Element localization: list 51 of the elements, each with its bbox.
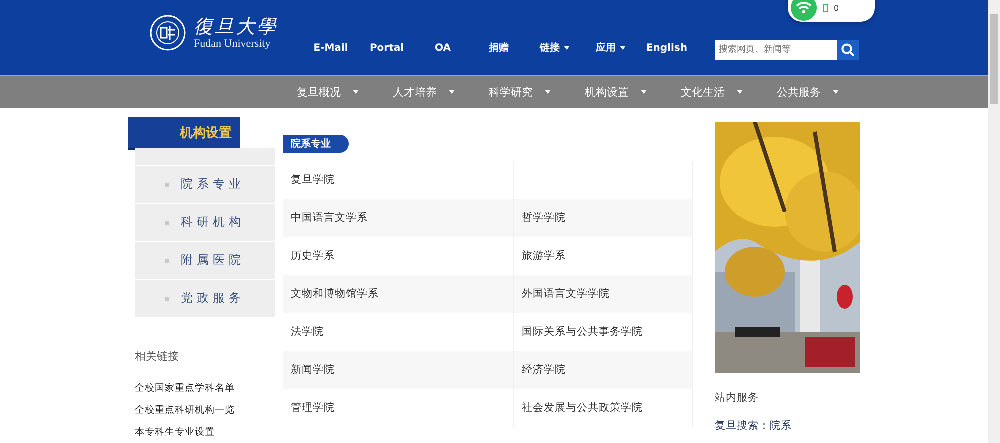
caret-icon: [449, 90, 455, 94]
header-link[interactable]: English: [639, 41, 695, 55]
table-cell[interactable]: 管理学院: [283, 389, 514, 427]
header-link[interactable]: 链接: [527, 41, 583, 55]
caret-icon: [564, 46, 570, 50]
caret-icon: [353, 90, 359, 94]
search-icon: [841, 43, 855, 57]
bullet-icon: [165, 182, 169, 186]
sidebar-item[interactable]: 科研机构: [135, 203, 275, 241]
sidebar-item-label: 院系专业: [181, 176, 245, 193]
related-title: 相关链接: [135, 349, 180, 364]
caret-icon: [737, 90, 743, 94]
widget-count: 0: [834, 4, 840, 12]
caret-icon: [833, 90, 839, 94]
caret-icon: [641, 90, 647, 94]
related-link[interactable]: 全校重点科研机构一览: [135, 400, 276, 422]
bullet-icon: [165, 220, 169, 224]
nav-item[interactable]: 文化生活: [681, 84, 777, 100]
sidebar-item-label: 党政服务: [181, 290, 245, 307]
service-title: 站内服务: [715, 391, 760, 405]
search-link[interactable]: 复旦搜索：院系: [715, 419, 865, 433]
logo-name: 復旦大學: [194, 16, 278, 38]
header-link[interactable]: E-Mail: [303, 41, 359, 55]
sidebar-item[interactable]: 党政服务: [135, 279, 275, 317]
sidebar-item[interactable]: 院系专业: [135, 165, 275, 203]
sidebar-item-label: 科研机构: [181, 214, 245, 231]
logo-subtitle: Fudan University: [194, 38, 272, 50]
nav-item[interactable]: 公共服务: [777, 84, 873, 100]
nav-item[interactable]: 人才培养: [393, 84, 489, 100]
nav-item[interactable]: 复旦概况: [297, 84, 393, 100]
related-link[interactable]: 本专科生专业设置: [135, 422, 276, 443]
seal-logo: [150, 15, 186, 51]
sidebar-title: 机构设置: [128, 117, 240, 148]
table-cell[interactable]: 社会发展与公共政策学院: [514, 389, 693, 427]
sidebar-item-label: 附属医院: [181, 252, 245, 269]
search-field[interactable]: 搜索网页、新闻等: [715, 40, 837, 60]
header-link[interactable]: 捐赠: [471, 41, 527, 55]
battery-icon: [823, 4, 828, 12]
caret-icon: [545, 90, 551, 94]
header-link[interactable]: OA: [415, 41, 471, 55]
caret-icon: [620, 46, 626, 50]
bullet-icon: [165, 258, 169, 262]
header-link[interactable]: 应用: [583, 41, 639, 55]
search-button[interactable]: [837, 40, 859, 60]
nav-item[interactable]: 科学研究: [489, 84, 585, 100]
sidebar-item[interactable]: 附属医院: [135, 241, 275, 279]
nav-item[interactable]: 机构设置: [585, 84, 681, 100]
related-link[interactable]: 全校国家重点学科名单: [135, 378, 276, 400]
section-title: 院系专业: [283, 135, 349, 153]
bullet-icon: [165, 296, 169, 300]
header-link[interactable]: Portal: [359, 41, 415, 55]
